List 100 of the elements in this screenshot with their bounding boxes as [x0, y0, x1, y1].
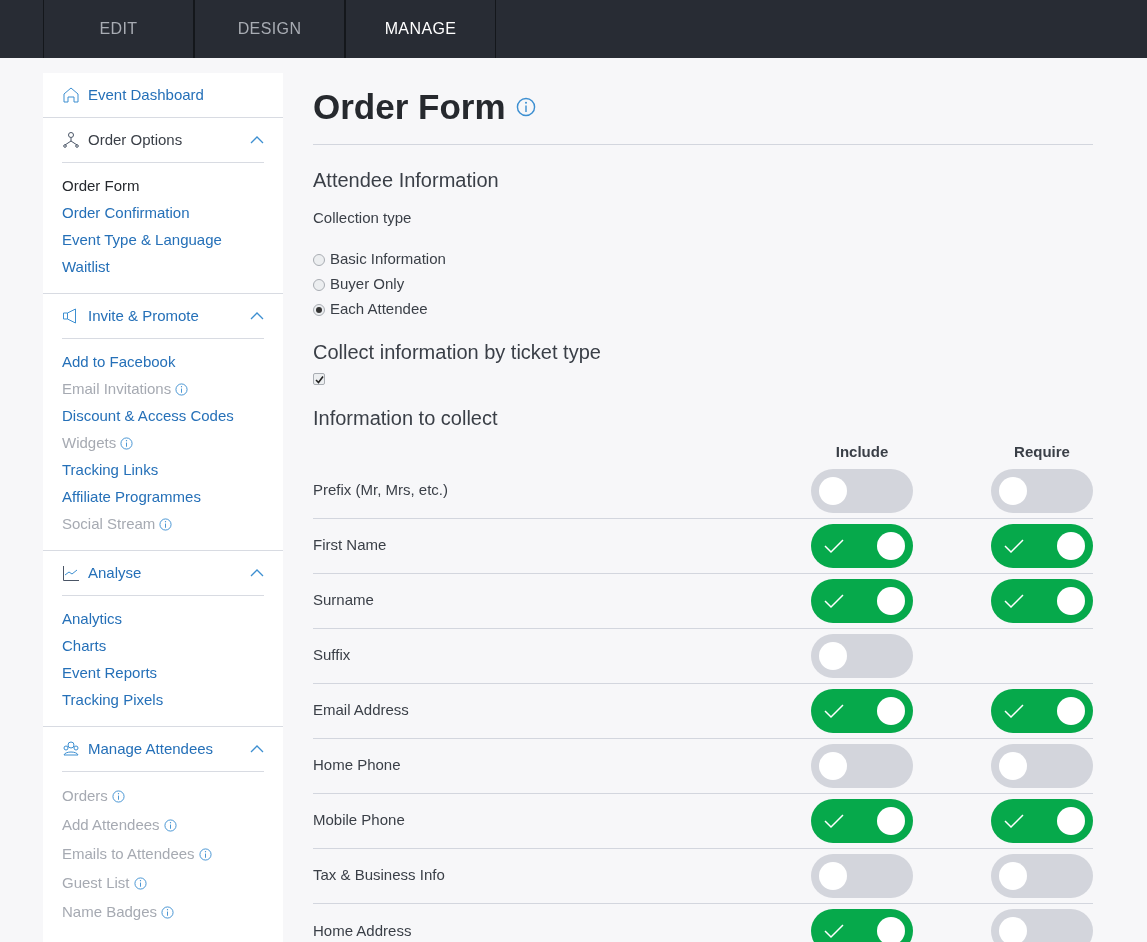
toggle-switch[interactable] [991, 743, 1093, 788]
hierarchy-icon [62, 131, 80, 149]
toggle-knob [819, 476, 847, 505]
radio-label: Basic Information [330, 249, 446, 270]
section-heading: Information to collect [313, 406, 499, 431]
info-icon [198, 848, 212, 861]
toggle-switch[interactable] [991, 468, 1093, 513]
chart-icon [62, 564, 80, 582]
info-icon [515, 97, 536, 118]
toggle-switch[interactable] [811, 798, 913, 843]
info-icon [111, 790, 125, 803]
checkbox[interactable] [313, 373, 325, 385]
toggle-knob [877, 696, 905, 725]
section-heading: Collect information by ticket type [313, 340, 602, 365]
sidebar-link[interactable]: Tracking Pixels [62, 689, 164, 712]
section-heading: Attendee Information [313, 167, 500, 193]
sidebar-group-heading[interactable]: Invite & Promote [88, 304, 242, 328]
home-icon [62, 86, 80, 104]
sidebar-group-heading[interactable]: Analyse [88, 561, 242, 585]
radio-label: Buyer Only [330, 274, 405, 295]
chevron-icon[interactable] [250, 312, 264, 320]
sidebar-link[interactable]: Discount & Access Codes [62, 405, 234, 428]
nav-tab[interactable]: EDIT [43, 0, 194, 58]
check-icon [1003, 592, 1025, 609]
sidebar-link[interactable]: Order Form [62, 175, 140, 198]
toggle-switch[interactable] [811, 523, 913, 568]
sidebar-link[interactable]: Event Type & Language [62, 229, 222, 252]
toggle-switch[interactable] [811, 853, 913, 898]
toggle-knob [1057, 696, 1085, 725]
radio-label: Each Attendee [330, 299, 428, 320]
sidebar-link[interactable]: Waitlist [62, 256, 110, 279]
info-icon [175, 383, 189, 396]
toggle-switch[interactable] [991, 853, 1093, 898]
toggle-switch[interactable] [811, 468, 913, 513]
page-title: Order Form [313, 86, 506, 128]
radio-button[interactable] [313, 278, 325, 291]
sidebar-link[interactable]: Event Dashboard [88, 83, 204, 107]
nav-tab[interactable]: MANAGE [345, 0, 496, 58]
field-name: Tax & Business Info [313, 865, 446, 886]
check-icon [1003, 812, 1025, 829]
toggle-switch[interactable] [811, 688, 913, 733]
sidebar-link[interactable]: Affiliate Programmes [62, 486, 201, 509]
info-icon [120, 437, 134, 450]
chevron-icon[interactable] [250, 569, 264, 577]
toggle-knob [1057, 586, 1085, 615]
field-name: Suffix [313, 645, 352, 666]
toggle-switch[interactable] [811, 578, 913, 623]
field-name: First Name [313, 535, 388, 556]
toggle-knob [819, 751, 847, 780]
field-name: Home Address [313, 920, 413, 941]
sidebar-link[interactable]: Analytics [62, 608, 123, 631]
field-name: Home Phone [313, 755, 402, 776]
toggle-knob [877, 531, 905, 560]
toggle-knob [999, 476, 1027, 505]
field-name: Email Address [313, 700, 410, 721]
toggle-knob [1057, 806, 1085, 835]
check-icon [1003, 702, 1025, 719]
toggle-knob [1057, 531, 1085, 560]
sidebar-link[interactable]: Tracking Links [62, 459, 159, 482]
column-header: Include [834, 442, 890, 462]
toggle-switch[interactable] [811, 909, 913, 942]
toggle-knob [877, 917, 905, 942]
column-header: Require [1013, 442, 1071, 462]
check-icon [823, 537, 845, 554]
radio-button[interactable] [313, 303, 325, 316]
sidebar-link[interactable]: Charts [62, 635, 107, 658]
sidebar-link[interactable]: Add to Facebook [62, 351, 176, 374]
field-name: Prefix (Mr, Mrs, etc.) [313, 480, 449, 501]
chevron-icon[interactable] [250, 136, 264, 144]
toggle-knob [999, 751, 1027, 780]
check-icon [823, 812, 845, 829]
nav-tab[interactable]: DESIGN [194, 0, 345, 58]
toggle-knob [877, 806, 905, 835]
toggle-switch[interactable] [991, 909, 1093, 942]
info-icon [159, 518, 173, 531]
sidebar-group-heading[interactable]: Order Options [88, 128, 242, 152]
field-label: Collection type [313, 207, 413, 228]
chevron-icon[interactable] [250, 745, 264, 753]
field-name: Surname [313, 590, 375, 611]
field-name: Mobile Phone [313, 810, 406, 831]
toggle-switch[interactable] [811, 743, 913, 788]
toggle-switch[interactable] [991, 798, 1093, 843]
check-icon [823, 592, 845, 609]
toggle-switch[interactable] [811, 633, 913, 678]
check-icon [823, 702, 845, 719]
toggle-switch[interactable] [991, 688, 1093, 733]
check-icon [823, 923, 845, 939]
toggle-knob [877, 586, 905, 615]
toggle-knob [999, 861, 1027, 890]
sidebar-link[interactable]: Event Reports [62, 662, 158, 685]
toggle-switch[interactable] [991, 523, 1093, 568]
sidebar-group-heading[interactable]: Manage Attendees [88, 737, 242, 761]
info-icon [163, 819, 177, 832]
radio-button[interactable] [313, 253, 325, 266]
sidebar-link[interactable]: Order Confirmation [62, 202, 190, 225]
toggle-switch[interactable] [991, 578, 1093, 623]
info-icon [133, 877, 147, 890]
toggle-knob [999, 917, 1027, 942]
check-icon [1003, 537, 1025, 554]
info-icon [161, 906, 175, 919]
